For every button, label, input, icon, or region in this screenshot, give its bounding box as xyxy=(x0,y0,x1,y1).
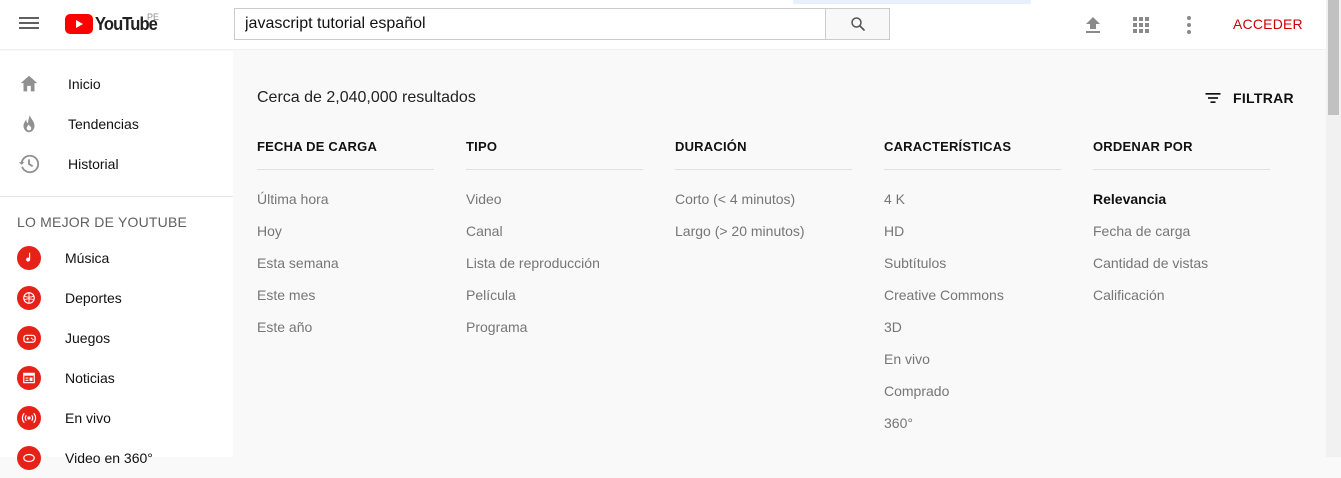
filter-option[interactable]: Película xyxy=(466,287,516,303)
filter-group-tipo: TIPO Video Canal Lista de reproducción P… xyxy=(466,139,643,335)
menu-icon[interactable] xyxy=(18,14,40,34)
filter-group-title: FECHA DE CARGA xyxy=(257,139,434,170)
logo-region: PE xyxy=(147,12,160,22)
masthead: YouTube PE ACCEDER xyxy=(0,0,1326,50)
sort-option[interactable]: Calificación xyxy=(1093,287,1165,303)
filter-icon xyxy=(1205,93,1221,103)
360-icon xyxy=(17,446,41,470)
filter-group-title: ORDENAR POR xyxy=(1093,139,1270,170)
filter-group-ordenar: ORDENAR POR Relevancia Fecha de carga Ca… xyxy=(1093,139,1270,303)
music-icon xyxy=(17,246,41,270)
filter-option[interactable]: Lista de reproducción xyxy=(466,255,600,271)
sidebar-item-musica[interactable]: Música xyxy=(0,238,233,278)
signin-button[interactable]: ACCEDER xyxy=(1233,16,1303,32)
filter-option[interactable]: Subtítulos xyxy=(884,255,946,271)
sidebar-item-label: Tendencias xyxy=(68,116,139,132)
page-scrollbar[interactable] xyxy=(1326,0,1341,457)
sort-option[interactable]: Cantidad de vistas xyxy=(1093,255,1208,271)
search-button[interactable] xyxy=(825,8,890,40)
sidebar-divider xyxy=(0,196,233,197)
filter-button[interactable]: FILTRAR xyxy=(1203,88,1294,108)
sidebar-item-juegos[interactable]: Juegos xyxy=(0,318,233,358)
results-count: Cerca de 2,040,000 resultados xyxy=(257,89,476,106)
fire-icon xyxy=(23,114,35,133)
filter-option[interactable]: Este año xyxy=(257,319,312,335)
filter-option[interactable]: Canal xyxy=(466,223,503,239)
sidebar-item-video-360[interactable]: Video en 360° xyxy=(0,438,233,478)
sports-icon xyxy=(17,286,41,310)
filter-option[interactable]: Esta semana xyxy=(257,255,339,271)
filter-option[interactable]: Largo (> 20 minutos) xyxy=(675,223,805,239)
sidebar-item-label: Juegos xyxy=(65,330,111,346)
sidebar-item-label: Video en 360° xyxy=(65,450,153,466)
sort-option[interactable]: Fecha de carga xyxy=(1093,223,1190,239)
sidebar-item-label: Noticias xyxy=(65,370,115,386)
upload-icon[interactable] xyxy=(1081,13,1105,37)
history-icon xyxy=(18,154,40,174)
youtube-logo[interactable]: YouTube PE xyxy=(65,12,162,36)
filter-group-fecha: FECHA DE CARGA Última hora Hoy Esta sema… xyxy=(257,139,434,335)
search-icon xyxy=(850,17,865,31)
filter-option[interactable]: Video xyxy=(466,191,502,207)
filter-option[interactable]: 3D xyxy=(884,319,902,335)
filter-group-title: TIPO xyxy=(466,139,643,170)
filter-option[interactable]: Corto (< 4 minutos) xyxy=(675,191,795,207)
top-highlight-strip xyxy=(793,0,1031,4)
sidebar-item-label: En vivo xyxy=(65,410,111,426)
filter-group-caracteristicas: CARACTERÍSTICAS 4 K HD Subtítulos Creati… xyxy=(884,139,1061,431)
sidebar-section-title: LO MEJOR DE YOUTUBE xyxy=(17,214,188,230)
news-icon xyxy=(17,366,41,390)
sidebar-item-noticias[interactable]: Noticias xyxy=(0,358,233,398)
filter-option[interactable]: En vivo xyxy=(884,351,930,367)
filter-option[interactable]: Programa xyxy=(466,319,527,335)
home-icon xyxy=(20,75,38,92)
sidebar-item-en-vivo[interactable]: En vivo xyxy=(0,398,233,438)
filter-option[interactable]: Creative Commons xyxy=(884,287,1004,303)
sidebar-item-historial[interactable]: Historial xyxy=(0,144,233,184)
filter-option[interactable]: Hoy xyxy=(257,223,282,239)
live-icon xyxy=(17,406,41,430)
sidebar-item-label: Inicio xyxy=(68,76,101,92)
sort-option-selected[interactable]: Relevancia xyxy=(1093,191,1166,207)
filter-group-title: DURACIÓN xyxy=(675,139,852,170)
sidebar-item-label: Música xyxy=(65,250,110,266)
filter-option[interactable]: Este mes xyxy=(257,287,315,303)
sidebar-item-tendencias[interactable]: Tendencias xyxy=(0,104,233,144)
filter-label: FILTRAR xyxy=(1233,90,1294,106)
sidebar-item-inicio[interactable]: Inicio xyxy=(0,64,233,104)
sidebar-item-label: Historial xyxy=(68,156,119,172)
more-vert-icon[interactable] xyxy=(1177,13,1201,37)
play-logo-icon xyxy=(65,14,93,34)
filter-option[interactable]: 360° xyxy=(884,415,913,431)
filter-option[interactable]: Última hora xyxy=(257,191,329,207)
filter-group-title: CARACTERÍSTICAS xyxy=(884,139,1061,170)
filter-group-duracion: DURACIÓN Corto (< 4 minutos) Largo (> 20… xyxy=(675,139,852,239)
sidebar: Inicio Tendencias Historial LO MEJOR DE … xyxy=(0,51,233,470)
sidebar-item-label: Deportes xyxy=(65,290,122,306)
search-input[interactable] xyxy=(234,8,826,40)
apps-icon[interactable] xyxy=(1129,13,1153,37)
filter-option[interactable]: 4 K xyxy=(884,191,905,207)
gamepad-icon xyxy=(17,326,41,350)
scrollbar-thumb[interactable] xyxy=(1328,0,1339,115)
filter-option[interactable]: HD xyxy=(884,223,904,239)
filter-option[interactable]: Comprado xyxy=(884,383,949,399)
sidebar-item-deportes[interactable]: Deportes xyxy=(0,278,233,318)
